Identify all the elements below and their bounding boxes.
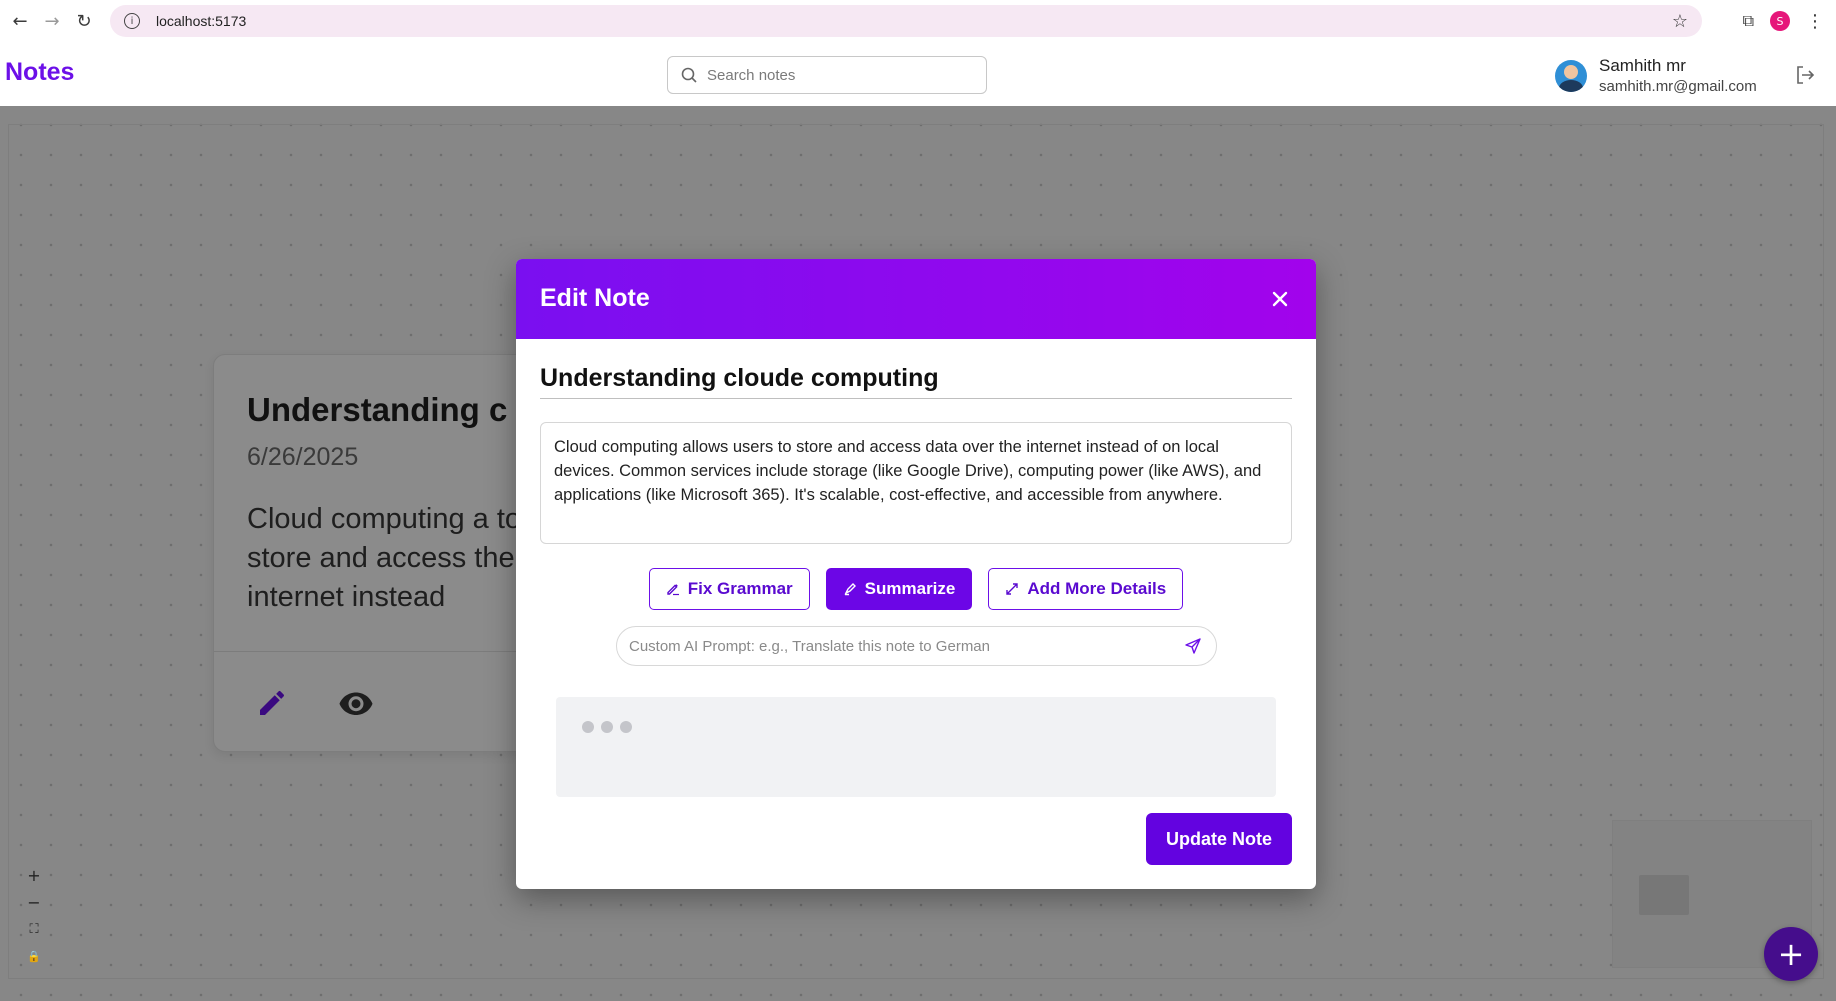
expand-icon [1006, 583, 1019, 595]
zoom-in-icon[interactable]: + [22, 862, 46, 889]
loading-dot [601, 721, 613, 733]
add-more-details-button[interactable]: Add More Details [988, 568, 1184, 610]
browser-toolbar: ← → ↻ i localhost:5173 ☆ ⧉ S ⋮ [0, 0, 1836, 42]
user-name: Samhith mr [1599, 56, 1686, 75]
edit-icon [667, 584, 679, 596]
summarize-button[interactable]: Summarize [825, 568, 973, 610]
summarize-label: Summarize [864, 579, 956, 598]
eye-icon[interactable] [338, 688, 374, 718]
site-info-icon[interactable]: i [124, 13, 140, 29]
url-text: localhost:5173 [156, 13, 247, 29]
edit-note-modal: Edit Note Cloud computing allows users t… [516, 259, 1316, 889]
loading-indicator [582, 721, 632, 733]
lock-icon[interactable]: 🔒 [22, 943, 46, 970]
loading-dot [582, 721, 594, 733]
browser-actions: ⧉ S ⋮ [1743, 0, 1836, 42]
extensions-icon[interactable]: ⧉ [1743, 11, 1754, 31]
send-icon[interactable] [1184, 637, 1202, 655]
highlighter-icon [844, 583, 856, 596]
close-icon[interactable] [1270, 289, 1290, 309]
update-note-button[interactable]: Update Note [1146, 813, 1292, 865]
profile-avatar[interactable]: S [1770, 11, 1790, 31]
note-body-textarea[interactable]: Cloud computing allows users to store an… [540, 422, 1292, 544]
add-more-details-label: Add More Details [1027, 579, 1167, 598]
brand-logo[interactable]: Notes [5, 58, 74, 87]
browser-menu-icon[interactable]: ⋮ [1806, 11, 1824, 32]
app-header: Notes Samhith mr samhith.mr@gmail.com [0, 42, 1836, 106]
minimap-node [1639, 875, 1689, 915]
modal-header: Edit Note [516, 259, 1316, 339]
pencil-icon[interactable] [256, 687, 288, 719]
canvas-zoom-controls: + − ⛶ 🔒 [22, 862, 46, 970]
add-note-button[interactable]: + [1764, 927, 1818, 981]
zoom-out-icon[interactable]: − [22, 889, 46, 916]
search-icon [681, 67, 697, 83]
fix-grammar-button[interactable]: Fix Grammar [648, 568, 810, 610]
forward-icon[interactable]: → [40, 9, 64, 33]
logout-icon[interactable] [1794, 64, 1816, 86]
back-icon[interactable]: ← [8, 9, 32, 33]
ai-output-panel [556, 697, 1276, 797]
loading-dot [620, 721, 632, 733]
fit-view-icon[interactable]: ⛶ [22, 916, 46, 943]
ai-action-bar: Fix Grammar Summarize Add More Details [516, 568, 1316, 610]
note-card-title: Understanding c [247, 391, 508, 428]
fix-grammar-label: Fix Grammar [687, 579, 793, 598]
reload-icon[interactable]: ↻ [72, 9, 96, 33]
search-box[interactable] [667, 56, 987, 94]
modal-title: Edit Note [540, 284, 650, 312]
avatar[interactable] [1555, 59, 1587, 92]
note-card-date: 6/26/2025 [247, 443, 359, 471]
address-bar[interactable]: i localhost:5173 ☆ [110, 5, 1702, 37]
user-email: samhith.mr@gmail.com [1599, 78, 1757, 95]
search-input[interactable] [707, 66, 967, 84]
note-title-input[interactable] [540, 359, 1292, 399]
custom-prompt-input[interactable] [629, 637, 1184, 655]
bookmark-star-icon[interactable]: ☆ [1672, 11, 1688, 32]
user-profile[interactable]: Samhith mr samhith.mr@gmail.com [1555, 56, 1757, 95]
custom-prompt-box [616, 626, 1217, 666]
